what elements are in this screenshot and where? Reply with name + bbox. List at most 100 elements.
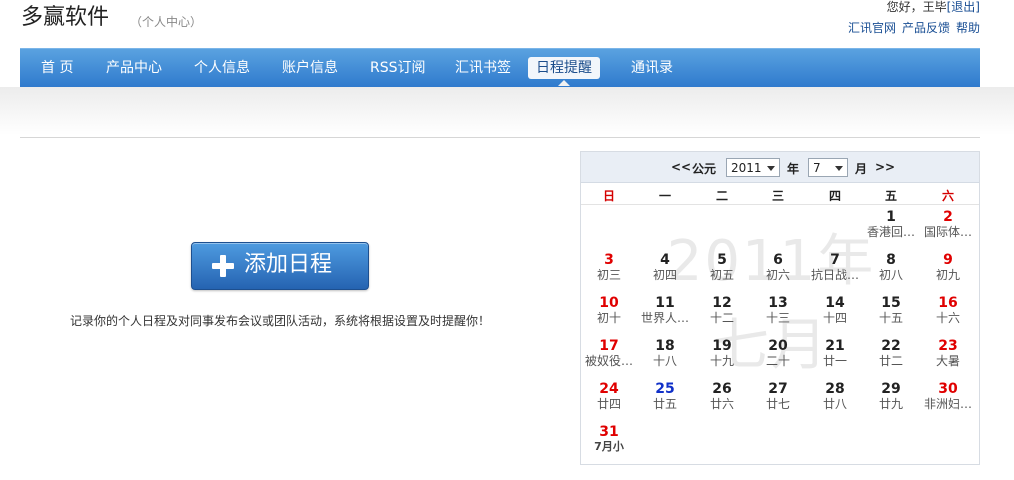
calendar-day[interactable]: 11 世界人… xyxy=(637,295,693,337)
lunar-label: 廿九 xyxy=(878,397,903,411)
calendar-day[interactable]: 22 廿二 xyxy=(863,338,919,380)
lunar-label: 抗日战… xyxy=(810,268,859,282)
nav-item-schedule[interactable]: 日程提醒 xyxy=(528,57,600,86)
calendar-day[interactable]: 25 廿五 xyxy=(637,381,693,423)
logout-link[interactable]: [退出] xyxy=(947,0,980,14)
calendar-day[interactable]: 26 廿六 xyxy=(694,381,750,423)
user-greeting: 您好，王毕[退出] xyxy=(887,0,980,14)
add-schedule-button[interactable]: 添加日程 xyxy=(191,242,369,290)
day-number: 23 xyxy=(938,338,958,354)
nav-item-bookmarks[interactable]: 汇讯书签 xyxy=(455,57,511,79)
calendar-day[interactable]: 19 十九 xyxy=(694,338,750,380)
schedule-description: 记录你的个人日程及对同事发布会议或团队活动，系统将根据设置及时提醒你！ xyxy=(70,314,491,328)
nav-item-contacts[interactable]: 通讯录 xyxy=(631,57,673,79)
prev-month-button[interactable]: << xyxy=(671,160,691,174)
lunar-label: 十九 xyxy=(709,354,734,368)
day-number: 18 xyxy=(655,338,675,354)
day-number: 1 xyxy=(886,209,896,225)
calendar-day[interactable]: 29 廿九 xyxy=(863,381,919,423)
year-select[interactable]: 2011 xyxy=(726,158,780,177)
lunar-label: 十五 xyxy=(878,311,903,325)
calendar-day[interactable]: 3 初三 xyxy=(581,252,637,294)
day-number: 27 xyxy=(768,381,788,397)
calendar-day[interactable]: 18 十八 xyxy=(637,338,693,380)
weekday-tue: 二 xyxy=(715,189,728,203)
day-number: 19 xyxy=(712,338,732,354)
day-number: 10 xyxy=(599,295,619,311)
calendar-day[interactable]: 21 廿一 xyxy=(807,338,863,380)
divider xyxy=(20,137,980,138)
calendar-day[interactable]: 30 非洲妇… xyxy=(920,381,976,423)
nav-item-rss[interactable]: RSS订阅 xyxy=(370,57,426,79)
nav-item-account[interactable]: 账户信息 xyxy=(282,57,338,79)
lunar-label: 廿八 xyxy=(822,397,847,411)
calendar-day[interactable]: 20 二十 xyxy=(750,338,806,380)
calendar-day[interactable]: 12 十二 xyxy=(694,295,750,337)
day-number: 25 xyxy=(655,381,675,397)
calendar-day[interactable]: 23 大暑 xyxy=(920,338,976,380)
calendar-day[interactable]: 5 初五 xyxy=(694,252,750,294)
calendar-day[interactable]: 7 抗日战… xyxy=(807,252,863,294)
calendar-day[interactable]: 16 十六 xyxy=(920,295,976,337)
month-select[interactable]: 7 xyxy=(808,158,848,177)
chevron-down-icon xyxy=(835,166,843,171)
era-label: 公元 xyxy=(692,162,717,176)
lunar-label: 十八 xyxy=(652,354,677,368)
calendar-day[interactable]: 31 7月小 xyxy=(581,424,637,466)
lunar-label: 被奴役… xyxy=(584,354,633,368)
help-link[interactable]: 帮助 xyxy=(956,21,980,35)
calendar-day[interactable]: 6 初六 xyxy=(750,252,806,294)
calendar-day[interactable]: 2 国际体… xyxy=(920,209,976,251)
calendar-day[interactable]: 1 香港回… xyxy=(863,209,919,251)
lunar-label: 二十 xyxy=(765,354,790,368)
day-number: 24 xyxy=(599,381,619,397)
day-number: 26 xyxy=(712,381,732,397)
lunar-label: 廿二 xyxy=(878,354,903,368)
lunar-label: 廿一 xyxy=(822,354,847,368)
nav-item-profile[interactable]: 个人信息 xyxy=(194,57,250,79)
calendar-day[interactable]: 24 廿四 xyxy=(581,381,637,423)
calendar-day[interactable]: 4 初四 xyxy=(637,252,693,294)
plus-icon xyxy=(212,255,234,277)
weekday-mon: 一 xyxy=(658,189,671,203)
calendar-day[interactable]: 14 十四 xyxy=(807,295,863,337)
greeting-text: 您好，王毕 xyxy=(886,0,947,14)
weekday-divider xyxy=(581,204,979,205)
day-number: 16 xyxy=(938,295,958,311)
day-number: 20 xyxy=(768,338,788,354)
calendar-day[interactable]: 15 十五 xyxy=(863,295,919,337)
day-number: 5 xyxy=(717,252,727,268)
lunar-label: 初九 xyxy=(935,268,960,282)
main-nav: 首 页 产品中心 个人信息 账户信息 RSS订阅 汇讯书签 日程提醒 通讯录 xyxy=(20,48,980,87)
weekday-wed: 三 xyxy=(771,189,784,203)
day-number: 9 xyxy=(943,252,953,268)
day-number: 14 xyxy=(825,295,845,311)
calendar-day[interactable]: 28 廿八 xyxy=(807,381,863,423)
month-unit-label: 月 xyxy=(855,162,868,176)
year-value: 2011 xyxy=(731,161,762,175)
lunar-label: 十六 xyxy=(935,311,960,325)
day-number: 12 xyxy=(712,295,732,311)
calendar-day[interactable]: 9 初九 xyxy=(920,252,976,294)
lunar-label: 初六 xyxy=(765,268,790,282)
calendar-day[interactable]: 13 十三 xyxy=(750,295,806,337)
next-month-button[interactable]: >> xyxy=(875,160,895,174)
official-site-link[interactable]: 汇讯官网 xyxy=(848,21,896,35)
calendar-day[interactable]: 10 初十 xyxy=(581,295,637,337)
lunar-label: 初四 xyxy=(652,268,677,282)
day-number: 7 xyxy=(830,252,840,268)
nav-item-home[interactable]: 首 页 xyxy=(41,57,73,79)
site-brand: 多赢软件 xyxy=(21,5,110,30)
calendar-day[interactable]: 8 初八 xyxy=(863,252,919,294)
day-number: 30 xyxy=(938,381,958,397)
lunar-label: 初五 xyxy=(709,268,734,282)
calendar-day[interactable]: 17 被奴役… xyxy=(581,338,637,380)
lunar-label: 廿六 xyxy=(709,397,734,411)
lunar-label: 非洲妇… xyxy=(923,397,972,411)
lunar-label: 7月小 xyxy=(594,440,624,453)
calendar-day[interactable]: 27 廿七 xyxy=(750,381,806,423)
day-number: 31 xyxy=(599,424,619,440)
lunar-label: 初三 xyxy=(596,268,621,282)
nav-item-products[interactable]: 产品中心 xyxy=(106,57,162,79)
feedback-link[interactable]: 产品反馈 xyxy=(902,21,950,35)
